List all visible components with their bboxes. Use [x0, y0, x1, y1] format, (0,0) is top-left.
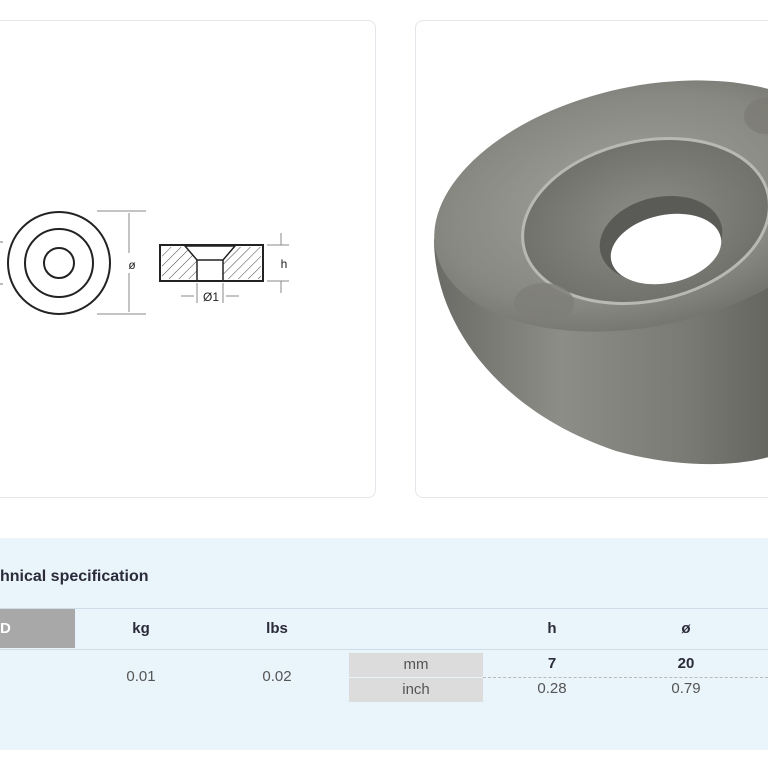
h-header: h	[547, 620, 557, 637]
inner-circle	[43, 247, 75, 279]
product-photo	[434, 80, 768, 465]
table-header-border	[0, 649, 768, 650]
kg-value: 0.01	[126, 668, 156, 685]
diameter-mm-value: 20	[677, 655, 695, 672]
lbs-header: lbs	[266, 620, 288, 637]
kg-header: kg	[132, 620, 150, 637]
lbs-value: 0.02	[262, 668, 292, 685]
technical-drawing: ø h Ø1	[0, 210, 289, 315]
middle-circle	[24, 228, 94, 298]
specs-title: hnical specification	[0, 568, 149, 585]
diameter-header: ø	[681, 620, 691, 637]
unit-mm: mm	[349, 653, 483, 677]
drawing-card: ø h Ø1	[0, 20, 376, 498]
h-inch-value: 0.28	[537, 680, 567, 697]
height-label: h	[281, 257, 288, 271]
id-header-cell: D	[0, 609, 75, 648]
unit-inch: inch	[349, 678, 483, 702]
unit-divider	[483, 677, 768, 678]
h-mm-value: 7	[547, 655, 557, 672]
diameter-label: ø	[128, 258, 136, 272]
inner-diameter-label: Ø1	[203, 290, 219, 304]
table-top-border	[0, 608, 768, 609]
diameter-inch-value: 0.79	[671, 680, 701, 697]
product-photo-card	[415, 20, 768, 498]
outer-circle	[7, 211, 111, 315]
